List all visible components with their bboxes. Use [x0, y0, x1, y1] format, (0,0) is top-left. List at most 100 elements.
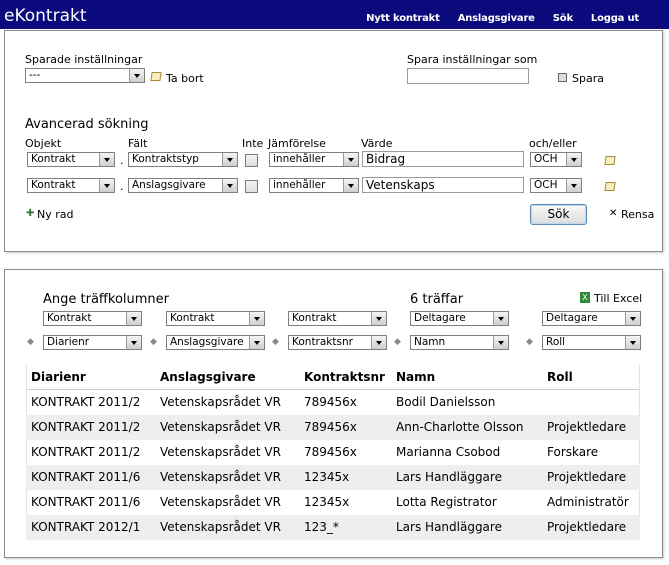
- row2-value-input[interactable]: Vetenskaps: [362, 177, 524, 193]
- new-row-link[interactable]: Ny rad: [37, 208, 73, 221]
- add-icon[interactable]: ✚: [26, 208, 34, 219]
- cell-diarienr: KONTRAKT 2011/2: [31, 395, 141, 409]
- chevron-down-icon: [566, 179, 581, 192]
- chevron-down-icon: [126, 336, 141, 349]
- row2-object-value: Kontrakt: [31, 179, 76, 191]
- drag-handle-icon[interactable]: ◆: [394, 337, 404, 347]
- col2-field-value: Anslagsgivare: [170, 336, 244, 348]
- row2-andor-select[interactable]: OCH: [530, 178, 582, 193]
- drag-handle-icon[interactable]: ◆: [526, 337, 536, 347]
- col5-field-value: Roll: [546, 336, 566, 348]
- row1-object-select[interactable]: Kontrakt: [27, 152, 115, 167]
- table-row[interactable]: KONTRAKT 2012/1 Vetenskapsrådet VR 123_* La…: [26, 515, 640, 540]
- row2-comparison-select[interactable]: innehåller: [269, 178, 359, 193]
- cell-name: Ann-Charlotte Olsson: [396, 420, 524, 434]
- saved-settings-value: ---: [29, 69, 41, 81]
- drag-handle-icon[interactable]: ◆: [150, 337, 160, 347]
- chevron-down-icon: [371, 336, 386, 349]
- row1-not-checkbox[interactable]: [245, 154, 258, 167]
- col3-field-select[interactable]: Kontraktsnr: [288, 335, 387, 350]
- floppy-icon[interactable]: [558, 73, 567, 82]
- header-value: Värde: [361, 137, 393, 150]
- row2-not-checkbox[interactable]: [245, 180, 258, 193]
- col5-field-select[interactable]: Roll: [542, 335, 641, 350]
- row2-delete-icon[interactable]: [604, 182, 616, 191]
- results-panel: Ange träffkolumner 6 träffar X Till Exce…: [4, 269, 663, 558]
- chevron-down-icon: [129, 69, 144, 82]
- col2-object-select[interactable]: Kontrakt: [166, 311, 265, 326]
- save-as-input[interactable]: [407, 68, 529, 84]
- cell-contract-no: 789456x: [304, 420, 357, 434]
- chevron-down-icon: [343, 179, 358, 192]
- cell-contract-no: 12345x: [304, 495, 350, 509]
- col4-object-select[interactable]: Deltagare: [410, 311, 509, 326]
- chevron-down-icon: [126, 312, 141, 325]
- cell-grantor: Vetenskapsrådet VR: [160, 520, 281, 534]
- chevron-down-icon: [493, 312, 508, 325]
- col4-field-select[interactable]: Namn: [410, 335, 509, 350]
- chevron-down-icon: [625, 336, 640, 349]
- col1-field-select[interactable]: Diarienr: [43, 335, 142, 350]
- excel-icon[interactable]: X: [580, 292, 590, 303]
- row1-andor-value: OCH: [534, 153, 558, 165]
- table-row[interactable]: KONTRAKT 2011/2 Vetenskapsrådet VR 789456x…: [26, 440, 640, 465]
- cell-role: Administratör: [547, 495, 629, 509]
- drag-handle-icon[interactable]: ◆: [272, 337, 282, 347]
- cell-contract-no: 789456x: [304, 395, 357, 409]
- cell-grantor: Vetenskapsrådet VR: [160, 395, 281, 409]
- row2-field-select[interactable]: Anslagsgivare: [128, 178, 238, 193]
- col4-field-value: Namn: [414, 336, 446, 348]
- row2-field-value: Anslagsgivare: [132, 179, 206, 191]
- cell-name: Lars Handläggare: [396, 470, 502, 484]
- save-link[interactable]: Spara: [572, 72, 604, 85]
- row1-field-select[interactable]: Kontraktstyp: [128, 152, 238, 167]
- col2-object-value: Kontrakt: [170, 312, 215, 324]
- col5-object-select[interactable]: Deltagare: [542, 311, 641, 326]
- header-andor: och/eller: [529, 137, 577, 150]
- cell-grantor: Vetenskapsrådet VR: [160, 445, 281, 459]
- close-icon[interactable]: ✕: [609, 208, 617, 219]
- row1-comparison-select[interactable]: innehåller: [269, 152, 359, 167]
- cell-diarienr: KONTRAKT 2011/6: [31, 495, 141, 509]
- table-row[interactable]: KONTRAKT 2011/6 Vetenskapsrådet VR 12345x L…: [26, 465, 640, 490]
- col1-object-select[interactable]: Kontrakt: [43, 311, 142, 326]
- table-row[interactable]: KONTRAKT 2011/2 Vetenskapsrådet VR 789456x…: [26, 415, 640, 440]
- row2-comparison-value: innehåller: [273, 179, 326, 191]
- cell-contract-no: 12345x: [304, 470, 350, 484]
- cell-name: Lotta Registrator: [396, 495, 497, 509]
- drag-handle-icon[interactable]: ◆: [27, 337, 37, 347]
- nav-grantors[interactable]: Anslagsgivare: [458, 13, 535, 24]
- row2-andor-value: OCH: [534, 179, 558, 191]
- search-button[interactable]: Sök: [530, 204, 587, 225]
- search-panel: Sparade inställningar --- Ta bort Spara …: [4, 30, 663, 252]
- row1-value-input[interactable]: Bidrag: [362, 151, 524, 167]
- row1-delete-icon[interactable]: [604, 156, 616, 165]
- cell-diarienr: KONTRAKT 2011/2: [31, 445, 141, 459]
- cell-role: Projektledare: [547, 470, 627, 484]
- advanced-search-title: Avancerad sökning: [25, 117, 149, 132]
- cell-role: Projektledare: [547, 520, 627, 534]
- nav-logout[interactable]: Logga ut: [591, 13, 639, 24]
- chevron-down-icon: [249, 312, 264, 325]
- nav-search[interactable]: Sök: [553, 13, 573, 24]
- row2-object-select[interactable]: Kontrakt: [27, 178, 115, 193]
- col3-object-select[interactable]: Kontrakt: [288, 311, 387, 326]
- row1-object-value: Kontrakt: [31, 153, 76, 165]
- cell-role: Projektledare: [547, 420, 627, 434]
- delete-link[interactable]: Ta bort: [166, 72, 204, 85]
- export-excel-link[interactable]: Till Excel: [594, 292, 642, 305]
- row1-andor-select[interactable]: OCH: [530, 152, 582, 167]
- cell-diarienr: KONTRAKT 2012/1: [31, 520, 141, 534]
- col1-field-value: Diarienr: [47, 336, 90, 348]
- app-title: eKontrakt: [4, 6, 87, 26]
- cell-grantor: Vetenskapsrådet VR: [160, 420, 281, 434]
- nav-new-contract[interactable]: Nytt kontrakt: [366, 13, 440, 24]
- table-row[interactable]: KONTRAKT 2011/2 Vetenskapsrådet VR 789456x…: [26, 390, 640, 415]
- saved-settings-select[interactable]: ---: [25, 68, 145, 83]
- table-row[interactable]: KONTRAKT 2011/6 Vetenskapsrådet VR 12345x L…: [26, 490, 640, 515]
- cell-name: Lars Handläggare: [396, 520, 502, 534]
- chevron-down-icon: [371, 312, 386, 325]
- clear-link[interactable]: Rensa: [621, 208, 654, 221]
- col2-field-select[interactable]: Anslagsgivare: [166, 335, 265, 350]
- delete-icon[interactable]: [150, 72, 162, 81]
